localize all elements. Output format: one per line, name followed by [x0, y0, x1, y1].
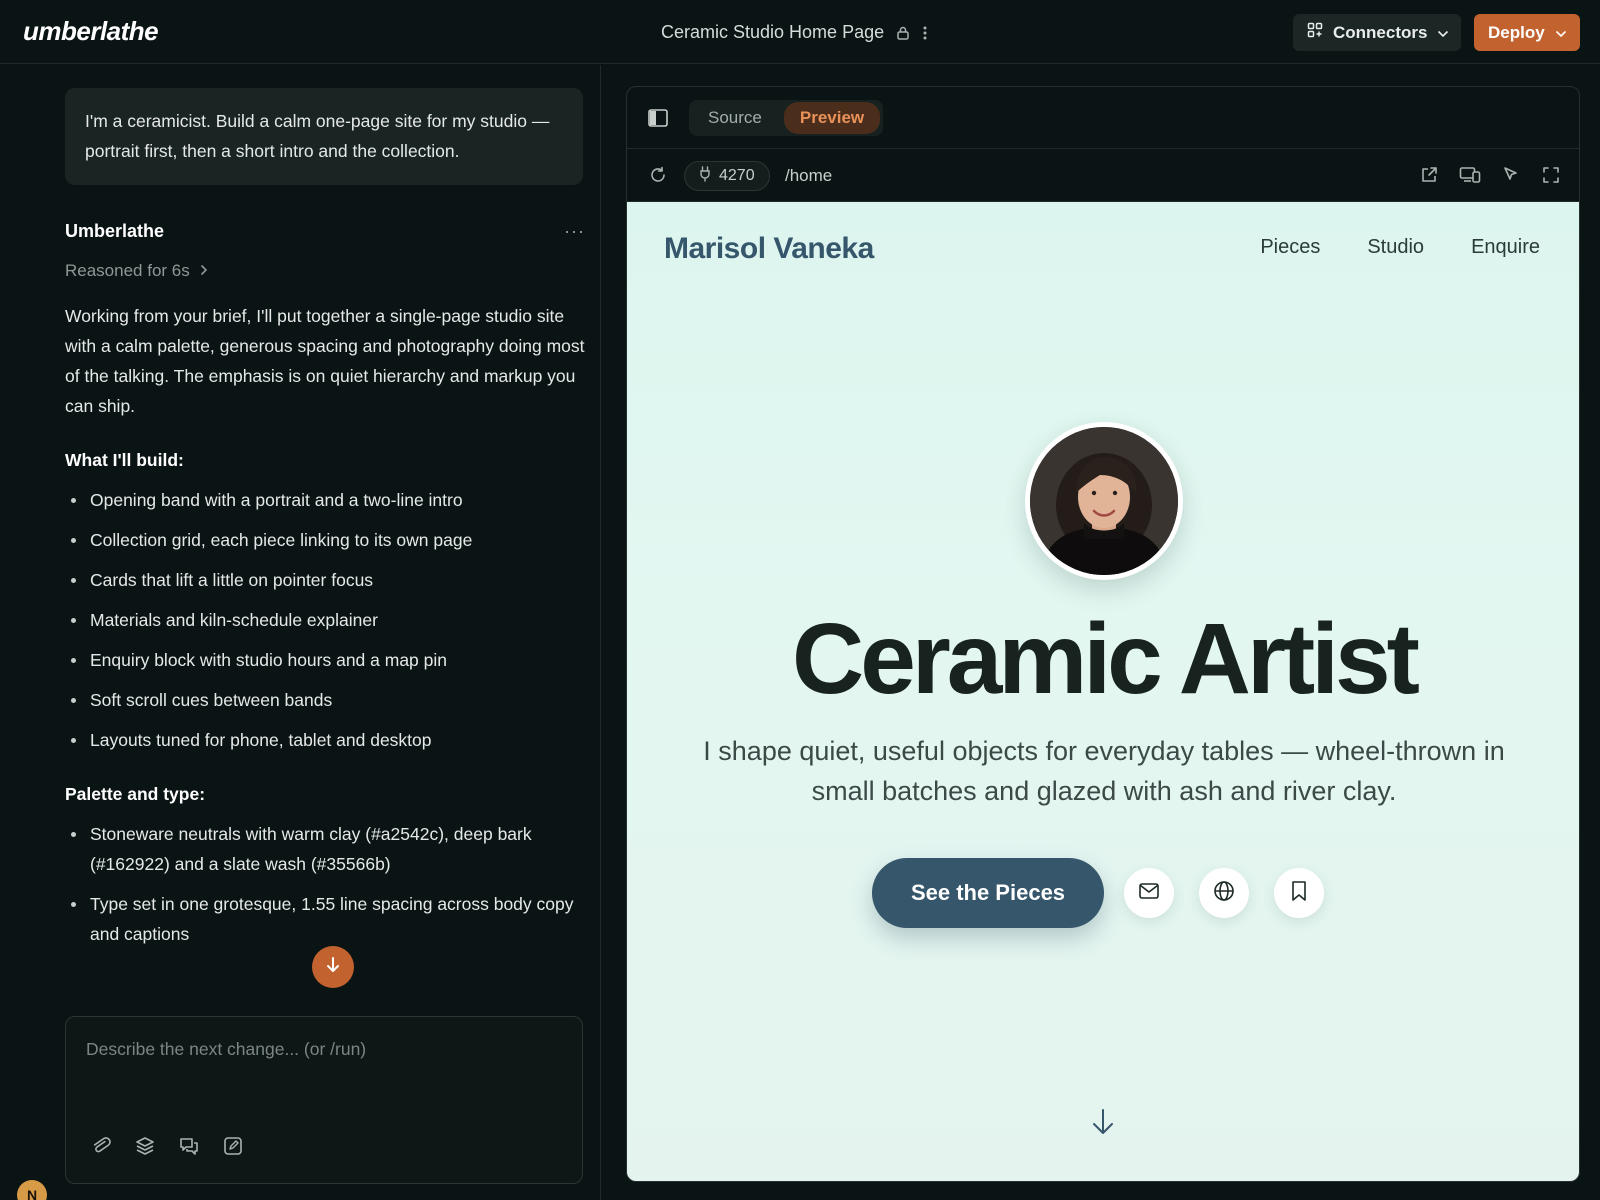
list-item: Collection grid, each piece linking to i… — [65, 525, 585, 555]
external-link-icon[interactable] — [1419, 165, 1439, 190]
composer — [65, 1016, 583, 1184]
see-pieces-button[interactable]: See the Pieces — [872, 858, 1104, 928]
reload-icon[interactable] — [648, 165, 668, 190]
app-logo[interactable]: umberlathe — [23, 16, 159, 47]
preview-actions — [1419, 165, 1561, 190]
chat-icon[interactable] — [178, 1135, 200, 1157]
list-item: Soft scroll cues between bands — [65, 685, 585, 715]
palette-heading: Palette and type: — [65, 784, 206, 804]
tab-source[interactable]: Source — [692, 102, 778, 134]
preview-path[interactable]: /home — [785, 166, 832, 186]
portrait-avatar — [1025, 422, 1183, 580]
bookmark-icon — [1290, 880, 1308, 907]
preview-url-bar: 4270 /home — [627, 150, 1579, 202]
nav-link-pieces[interactable]: Pieces — [1260, 236, 1320, 259]
plug-icon — [699, 165, 711, 187]
connectors-icon — [1307, 22, 1323, 43]
port-number: 4270 — [719, 167, 755, 184]
pointer-icon[interactable] — [1501, 165, 1521, 190]
palette-list: Stoneware neutrals with warm clay (#a254… — [65, 819, 585, 949]
list-item: Enquiry block with studio hours and a ma… — [65, 645, 585, 675]
edit-icon[interactable] — [222, 1135, 244, 1157]
hero-subtitle: I shape quiet, useful objects for everyd… — [703, 736, 1505, 806]
scroll-cue-arrow-icon[interactable] — [1091, 1107, 1115, 1142]
fullscreen-icon[interactable] — [1541, 165, 1561, 190]
connectors-label: Connectors — [1333, 22, 1428, 42]
list-item: Layouts tuned for phone, tablet and desk… — [65, 725, 585, 755]
prompt-input[interactable] — [66, 1017, 582, 1127]
reasoning-label: Reasoned for 6s — [65, 261, 190, 280]
assistant-intro: Working from your brief, I'll put togeth… — [65, 306, 585, 416]
assistant-message: Working from your brief, I'll put togeth… — [65, 301, 585, 973]
assistant-name: Umberlathe — [65, 221, 165, 241]
panel-toggle-icon[interactable] — [648, 109, 668, 132]
list-item: Stoneware neutrals with warm clay (#a254… — [65, 819, 585, 879]
project-title-group: Ceramic Studio Home Page — [661, 22, 928, 43]
list-item: Materials and kiln-schedule explainer — [65, 605, 585, 635]
globe-icon — [1213, 880, 1235, 907]
site-brand[interactable]: Marisol Vaneka — [664, 232, 874, 266]
project-menu-icon[interactable] — [922, 25, 928, 41]
site-nav: Pieces Studio Enquire — [1260, 236, 1540, 259]
top-bar: umberlathe Ceramic Studio Home Page Conn… — [0, 0, 1600, 64]
reasoning-toggle[interactable]: Reasoned for 6s — [65, 261, 208, 281]
mail-icon — [1138, 882, 1160, 905]
website-button[interactable] — [1199, 868, 1249, 918]
deploy-button[interactable]: Deploy — [1474, 14, 1580, 51]
nav-link-enquire[interactable]: Enquire — [1471, 236, 1540, 259]
user-message: I'm a ceramicist. Build a calm one-page … — [65, 88, 583, 185]
hero-title: Ceramic Artist — [792, 603, 1420, 715]
deploy-label: Deploy — [1488, 22, 1545, 42]
project-title[interactable]: Ceramic Studio Home Page — [661, 22, 884, 43]
tab-preview[interactable]: Preview — [783, 102, 881, 134]
nav-link-studio[interactable]: Studio — [1367, 236, 1424, 259]
layers-icon[interactable] — [134, 1135, 156, 1157]
scroll-to-bottom-button[interactable] — [312, 946, 354, 988]
preview-tabs-bar: Source Preview — [627, 87, 1579, 149]
build-heading: What I'll build: — [65, 450, 184, 470]
devices-icon[interactable] — [1459, 165, 1481, 190]
preview-panel: Source Preview 4270 /home Marisol Vaneka… — [626, 86, 1580, 1182]
message-more-icon[interactable]: ··· — [564, 221, 585, 242]
chevron-down-icon — [1555, 23, 1567, 43]
port-badge[interactable]: 4270 — [684, 161, 770, 191]
mail-button[interactable] — [1124, 868, 1174, 918]
view-tabs: Source Preview — [689, 100, 884, 136]
build-list: Opening band with a portrait and a two-l… — [65, 485, 585, 755]
list-item: Cards that lift a little on pointer focu… — [65, 565, 585, 595]
site-preview: Marisol Vaneka Pieces Studio Enquire Cer… — [627, 202, 1579, 1181]
chevron-down-icon — [1437, 23, 1449, 43]
portrait-image — [1030, 427, 1178, 575]
connectors-button[interactable]: Connectors — [1293, 14, 1461, 51]
user-avatar[interactable]: N — [17, 1180, 47, 1200]
lock-icon — [896, 25, 910, 41]
list-item: Type set in one grotesque, 1.55 line spa… — [65, 889, 585, 949]
list-item: Opening band with a portrait and a two-l… — [65, 485, 585, 515]
bookmark-button[interactable] — [1274, 868, 1324, 918]
arrow-down-icon — [325, 956, 341, 979]
composer-toolbar — [90, 1135, 244, 1157]
chevron-right-icon — [200, 261, 208, 281]
attach-icon[interactable] — [90, 1135, 112, 1157]
chat-panel: I'm a ceramicist. Build a calm one-page … — [0, 65, 601, 1200]
